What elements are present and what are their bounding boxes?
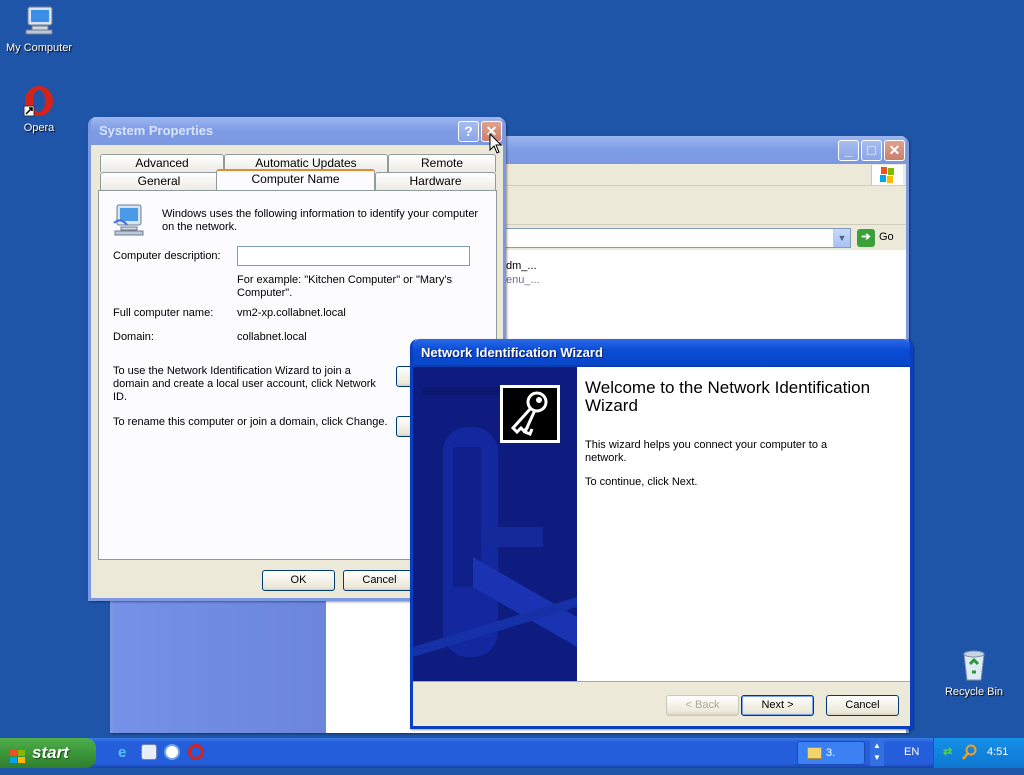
intro-text: Windows uses the following information t… [162,208,479,233]
go-label[interactable]: Go [879,231,894,243]
wizard-titlebar: Network Identification Wizard [413,339,910,367]
cancel-button[interactable]: Cancel [826,695,899,716]
window-title: Network Identification Wizard [421,345,603,360]
folder-icon [807,747,822,759]
description-label: Computer description: [113,250,221,262]
media-player-icon[interactable] [164,744,180,760]
tab-advanced[interactable]: Advanced [100,154,224,172]
desktop-icon-my-computer[interactable]: My Computer [0,4,79,54]
domain-value: collabnet.local [237,331,307,343]
wizard-continue-text: To continue, click Next. [585,476,698,488]
example-text: For example: "Kitchen Computer" or "Mary… [237,274,452,299]
wizard-heading: Welcome to the Network Identification Wi… [585,378,871,415]
rename-text: To rename this computer or join a domain… [113,416,388,428]
wizard-body-text: This wizard helps you connect your compu… [585,439,828,464]
wizard-content: Welcome to the Network Identification Wi… [577,367,910,681]
tab-remote[interactable]: Remote [388,154,496,172]
windows-logo-icon [9,745,27,763]
desktop-icon-label: Recycle Bin [944,686,1004,698]
my-computer-icon [22,4,56,38]
full-name-value: vm2-xp.collabnet.local [237,307,346,319]
start-label: start [32,743,69,762]
network-wizard-dialog: Network Identification Wizard Welcome to… [410,339,913,729]
network-id-text: To use the Network Identification Wizard… [113,365,376,403]
system-properties-titlebar: System Properties ? ✕ [91,117,503,145]
desktop-icon-label: My Computer [5,42,73,54]
start-button[interactable]: start [0,738,96,768]
taskbar: start e 3. ▲ ▼ EN ⇄ 4:51 [0,738,1024,768]
tab-general[interactable]: General [100,172,218,190]
taskbar-scroll-arrows[interactable]: ▲ ▼ [870,740,884,766]
clock[interactable]: 4:51 [987,746,1008,758]
list-item[interactable]: enu_... [506,274,540,286]
internet-explorer-icon[interactable]: e [118,745,134,761]
go-arrow-icon[interactable]: ➔ [857,229,875,247]
taskbar-group-label: 3. [826,747,836,759]
window-title: System Properties [99,123,214,138]
taskbar-group-button[interactable]: 3. [797,741,865,765]
domain-label: Domain: [113,331,154,343]
chevron-down-icon[interactable]: ▼ [833,229,850,247]
full-name-label: Full computer name: [113,307,214,319]
outlook-express-icon[interactable] [141,744,157,760]
windows-logo-icon [871,165,903,185]
close-button[interactable]: ✕ [884,140,905,161]
minimize-button[interactable]: _ [838,140,859,161]
system-tray: ⇄ 4:51 [933,738,1024,768]
desktop-icon-opera[interactable]: Opera [0,84,79,134]
network-icon[interactable]: ⇄ [943,745,959,761]
divider [413,681,910,682]
computer-description-input[interactable] [237,246,470,266]
desktop-icon-label: Opera [23,122,55,134]
opera-icon[interactable] [188,744,204,760]
recycle-bin-icon [957,648,991,682]
wizard-banner [413,367,577,681]
ok-button[interactable]: OK [262,570,335,591]
keys-icon [500,385,560,443]
computer-network-icon [111,203,147,237]
address-input[interactable]: ▼ [493,228,851,248]
back-button[interactable]: < Back [666,695,739,716]
desktop-icon-recycle-bin[interactable]: Recycle Bin [934,648,1014,698]
tab-computer-name[interactable]: Computer Name [216,169,375,190]
opera-icon [22,84,56,118]
maximize-button[interactable]: □ [861,140,882,161]
mouse-cursor-icon [489,132,503,155]
tab-hardware[interactable]: Hardware [375,172,496,190]
language-indicator[interactable]: EN [904,746,919,758]
search-icon[interactable] [962,744,978,760]
list-item[interactable]: dm_... [506,260,537,272]
cancel-button[interactable]: Cancel [343,570,416,591]
next-button[interactable]: Next > [741,695,814,716]
help-button[interactable]: ? [458,121,479,142]
